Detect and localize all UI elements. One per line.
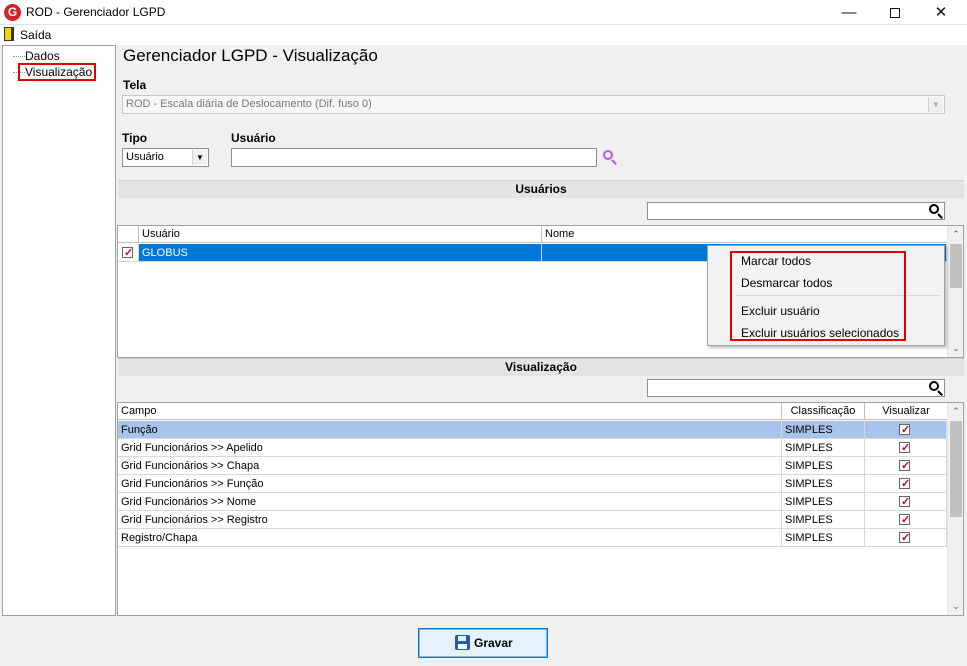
view-grid: Campo Classificação Visualizar Função SI…	[117, 402, 964, 616]
tree-selection-highlight	[18, 63, 96, 81]
scroll-down-icon[interactable]: ⌄	[948, 598, 963, 615]
menu-exit[interactable]: Saída	[20, 28, 51, 42]
grid-header-check	[118, 226, 139, 243]
search-icon[interactable]	[928, 203, 946, 221]
scroll-thumb[interactable]	[950, 421, 962, 517]
cell-campo: Grid Funcionários >> Função	[118, 475, 782, 493]
cell-campo: Grid Funcionários >> Apelido	[118, 439, 782, 457]
checkbox[interactable]	[899, 529, 910, 546]
grid-header-visualizar[interactable]: Visualizar	[865, 403, 947, 420]
minimize-button[interactable]: —	[826, 0, 872, 25]
checkbox[interactable]	[899, 511, 910, 528]
usuario-label: Usuário	[231, 131, 276, 145]
users-scrollbar[interactable]: ⌃ ⌄	[947, 226, 963, 357]
cell-classificacao: SIMPLES	[782, 493, 865, 511]
cell-visualizar[interactable]	[865, 439, 947, 457]
cell-campo: Registro/Chapa	[118, 529, 782, 547]
tela-label: Tela	[123, 78, 147, 92]
view-scrollbar[interactable]: ⌃ ⌄	[947, 403, 963, 615]
tela-select[interactable]: ROD - Escala diária de Deslocamento (Dif…	[122, 95, 945, 114]
scroll-up-icon[interactable]: ⌃	[948, 403, 963, 420]
grid-header-usuario[interactable]: Usuário	[139, 226, 542, 243]
cell-campo: Grid Funcionários >> Registro	[118, 511, 782, 529]
checkbox[interactable]	[899, 475, 910, 492]
grid-header-campo[interactable]: Campo	[118, 403, 782, 420]
users-section-title: Usuários	[118, 180, 964, 198]
checkbox[interactable]	[899, 421, 910, 438]
window-title: ROD - Gerenciador LGPD	[26, 5, 166, 19]
tipo-select-value: Usuário	[126, 151, 164, 163]
view-section-title: Visualização	[118, 358, 964, 376]
cell-visualizar[interactable]	[865, 475, 947, 493]
exit-door-icon	[4, 27, 14, 41]
cell-campo: Grid Funcionários >> Nome	[118, 493, 782, 511]
cell-visualizar[interactable]	[865, 511, 947, 529]
row-check-cell[interactable]	[118, 244, 139, 262]
chevron-down-icon: ▼	[192, 150, 207, 165]
view-filter-input[interactable]	[647, 379, 945, 397]
cell-classificacao: SIMPLES	[782, 511, 865, 529]
cell-campo: Grid Funcionários >> Chapa	[118, 457, 782, 475]
title-bar: G ROD - Gerenciador LGPD — ✕	[0, 0, 967, 25]
table-row[interactable]: Grid Funcionários >> Nome SIMPLES	[118, 493, 947, 511]
cell-classificacao: SIMPLES	[782, 457, 865, 475]
tela-select-value: ROD - Escala diária de Deslocamento (Dif…	[126, 98, 372, 110]
table-row[interactable]: Função SIMPLES	[118, 421, 947, 439]
search-icon[interactable]	[602, 149, 620, 167]
cell-campo: Função	[118, 421, 782, 439]
tree-connector	[13, 56, 25, 57]
app-logo-icon: G	[4, 4, 21, 21]
scroll-down-icon[interactable]: ⌄	[948, 340, 963, 357]
table-row[interactable]: Grid Funcionários >> Chapa SIMPLES	[118, 457, 947, 475]
save-button[interactable]: Gravar	[418, 628, 548, 658]
cell-visualizar[interactable]	[865, 421, 947, 439]
table-row[interactable]: Grid Funcionários >> Apelido SIMPLES	[118, 439, 947, 457]
tree-item-dados[interactable]: Dados	[25, 49, 60, 63]
scroll-thumb[interactable]	[950, 244, 962, 288]
cell-classificacao: SIMPLES	[782, 475, 865, 493]
search-icon[interactable]	[928, 380, 946, 398]
maximize-icon	[890, 8, 900, 19]
tipo-select[interactable]: Usuário ▼	[122, 148, 209, 167]
table-row[interactable]: Grid Funcionários >> Registro SIMPLES	[118, 511, 947, 529]
cell-classificacao: SIMPLES	[782, 529, 865, 547]
scroll-up-icon[interactable]: ⌃	[948, 226, 963, 243]
checkbox[interactable]	[899, 439, 910, 456]
grid-header-nome[interactable]: Nome	[542, 226, 947, 243]
tipo-label: Tipo	[122, 131, 148, 145]
chevron-down-icon: ▼	[928, 97, 943, 112]
grid-header-classificacao[interactable]: Classificação	[782, 403, 865, 420]
close-button[interactable]: ✕	[918, 0, 964, 25]
usuario-input[interactable]	[231, 148, 597, 167]
cell-visualizar[interactable]	[865, 493, 947, 511]
table-row[interactable]: Registro/Chapa SIMPLES	[118, 529, 947, 547]
cell-classificacao: SIMPLES	[782, 421, 865, 439]
table-row[interactable]: Grid Funcionários >> Função SIMPLES	[118, 475, 947, 493]
checkbox[interactable]	[122, 244, 133, 261]
menu-bar	[0, 25, 967, 45]
save-button-label: Gravar	[474, 636, 513, 650]
floppy-disk-icon	[455, 635, 470, 650]
checkbox[interactable]	[899, 493, 910, 510]
cell-visualizar[interactable]	[865, 457, 947, 475]
page-title: Gerenciador LGPD - Visualização	[123, 46, 378, 65]
maximize-button[interactable]	[872, 0, 918, 25]
users-filter-input[interactable]	[647, 202, 945, 220]
context-menu-highlight	[730, 251, 906, 341]
cell-visualizar[interactable]	[865, 529, 947, 547]
cell-usuario: GLOBUS	[139, 244, 542, 262]
navigation-tree: Dados Visualização	[2, 45, 116, 616]
checkbox[interactable]	[899, 457, 910, 474]
cell-classificacao: SIMPLES	[782, 439, 865, 457]
